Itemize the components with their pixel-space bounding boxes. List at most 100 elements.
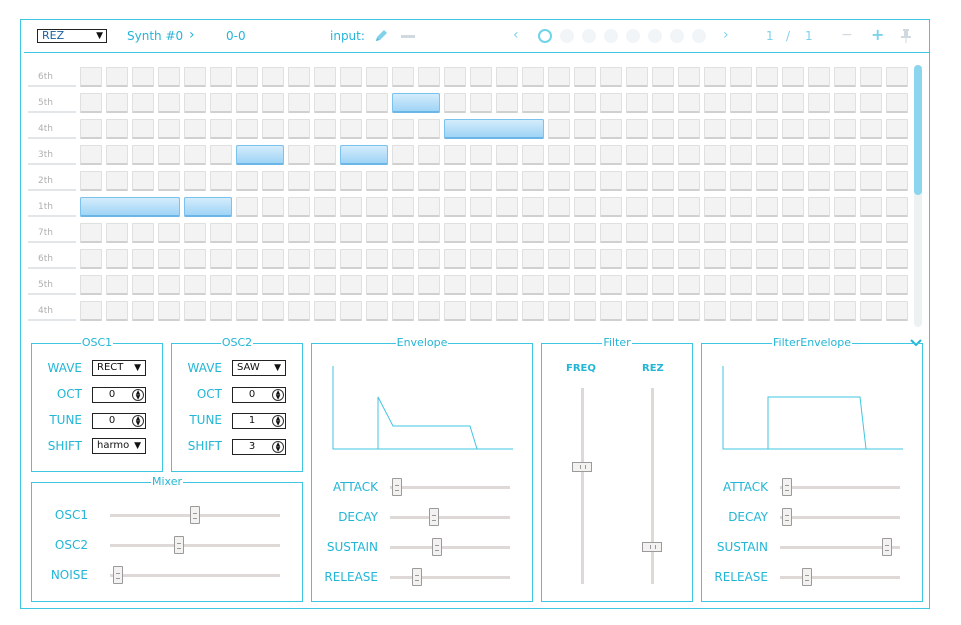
grid-cell[interactable] <box>860 197 882 217</box>
grid-cell[interactable] <box>80 145 102 165</box>
grid-cell[interactable] <box>626 301 648 321</box>
grid-cell[interactable] <box>522 93 544 113</box>
grid-cell[interactable] <box>132 223 154 243</box>
filter-envelope-slider-thumb[interactable] <box>782 478 793 496</box>
grid-cell[interactable] <box>132 145 154 165</box>
grid-cell[interactable] <box>678 145 700 165</box>
grid-cell[interactable] <box>236 249 258 269</box>
grid-cell[interactable] <box>886 145 908 165</box>
osc2-tune-stepper[interactable]: 1 ▲ ▼ <box>232 413 286 429</box>
grid-cell[interactable] <box>678 171 700 191</box>
grid-cell[interactable] <box>470 301 492 321</box>
grid-cell[interactable] <box>184 171 206 191</box>
filter-envelope-slider-track[interactable] <box>780 576 900 579</box>
grid-cell[interactable] <box>418 171 440 191</box>
grid-cell[interactable] <box>210 249 232 269</box>
grid-cell[interactable] <box>678 197 700 217</box>
grid-cell[interactable] <box>444 67 466 87</box>
grid-cell[interactable] <box>834 119 856 139</box>
grid-cell[interactable] <box>158 275 180 295</box>
grid-cell[interactable] <box>236 301 258 321</box>
grid-cell[interactable] <box>730 119 752 139</box>
grid-cell[interactable] <box>626 67 648 87</box>
grid-cell[interactable] <box>782 275 804 295</box>
grid-cell[interactable] <box>652 67 674 87</box>
grid-cell[interactable] <box>288 223 310 243</box>
grid-cell[interactable] <box>678 119 700 139</box>
grid-cell[interactable] <box>808 223 830 243</box>
grid-cell[interactable] <box>392 223 414 243</box>
filter-envelope-slider-thumb[interactable] <box>802 568 812 586</box>
grid-cell[interactable] <box>730 93 752 113</box>
grid-cell[interactable] <box>392 301 414 321</box>
grid-cell[interactable] <box>132 249 154 269</box>
grid-cell[interactable] <box>834 301 856 321</box>
grid-cell[interactable] <box>470 223 492 243</box>
filter-freq-thumb[interactable] <box>572 462 592 473</box>
grid-cell[interactable] <box>548 223 570 243</box>
stepper-arrows-icon[interactable]: ▲ ▼ <box>132 389 144 401</box>
grid-cell[interactable] <box>262 93 284 113</box>
envelope-slider-thumb[interactable] <box>412 568 422 586</box>
grid-cell[interactable] <box>522 301 544 321</box>
note-block[interactable] <box>184 197 232 217</box>
grid-cell[interactable] <box>574 223 596 243</box>
grid-cell[interactable] <box>262 301 284 321</box>
grid-cell[interactable] <box>418 197 440 217</box>
grid-cell[interactable] <box>288 145 310 165</box>
grid-cell[interactable] <box>366 171 388 191</box>
grid-cell[interactable] <box>678 275 700 295</box>
grid-cell[interactable] <box>704 171 726 191</box>
grid-cell[interactable] <box>496 145 518 165</box>
grid-cell[interactable] <box>522 275 544 295</box>
grid-cell[interactable] <box>782 145 804 165</box>
grid-cell[interactable] <box>210 145 232 165</box>
grid-cell[interactable] <box>626 93 648 113</box>
grid-cell[interactable] <box>80 93 102 113</box>
grid-cell[interactable] <box>470 67 492 87</box>
grid-cell[interactable] <box>808 275 830 295</box>
osc1-oct-stepper[interactable]: 0 ▲ ▼ <box>92 387 146 403</box>
grid-cell[interactable] <box>886 223 908 243</box>
grid-cell[interactable] <box>522 171 544 191</box>
grid-cell[interactable] <box>574 145 596 165</box>
grid-cell[interactable] <box>782 93 804 113</box>
grid-cell[interactable] <box>522 67 544 87</box>
grid-cell[interactable] <box>262 275 284 295</box>
grid-cell[interactable] <box>314 197 336 217</box>
grid-cell[interactable] <box>184 145 206 165</box>
grid-cell[interactable] <box>652 223 674 243</box>
grid-cell[interactable] <box>626 249 648 269</box>
synth-name[interactable]: Synth #0 <box>127 29 183 43</box>
grid-cell[interactable] <box>860 145 882 165</box>
grid-cell[interactable] <box>548 249 570 269</box>
grid-cell[interactable] <box>210 119 232 139</box>
grid-cell[interactable] <box>184 93 206 113</box>
grid-cell[interactable] <box>210 275 232 295</box>
note-block[interactable] <box>392 93 440 113</box>
grid-cell[interactable] <box>574 197 596 217</box>
grid-cell[interactable] <box>704 223 726 243</box>
grid-cell[interactable] <box>600 249 622 269</box>
grid-cell[interactable] <box>574 301 596 321</box>
grid-cell[interactable] <box>886 249 908 269</box>
grid-cell[interactable] <box>470 145 492 165</box>
grid-cell[interactable] <box>106 67 128 87</box>
pattern-dot[interactable] <box>670 29 684 43</box>
grid-cell[interactable] <box>496 249 518 269</box>
grid-cell[interactable] <box>600 197 622 217</box>
grid-cell[interactable] <box>730 275 752 295</box>
grid-cell[interactable] <box>496 301 518 321</box>
preset-select[interactable]: REZ ▼ <box>37 29 107 43</box>
envelope-slider-thumb[interactable] <box>392 478 403 496</box>
grid-cell[interactable] <box>106 119 128 139</box>
grid-cell[interactable] <box>80 119 102 139</box>
filter-envelope-slider-thumb[interactable] <box>882 538 893 556</box>
grid-cell[interactable] <box>366 275 388 295</box>
grid-cell[interactable] <box>678 249 700 269</box>
pattern-dot[interactable] <box>604 29 618 43</box>
grid-cell[interactable] <box>626 119 648 139</box>
mixer-slider-thumb[interactable] <box>174 536 184 554</box>
envelope-slider-track[interactable] <box>390 516 510 519</box>
grid-cell[interactable] <box>210 67 232 87</box>
